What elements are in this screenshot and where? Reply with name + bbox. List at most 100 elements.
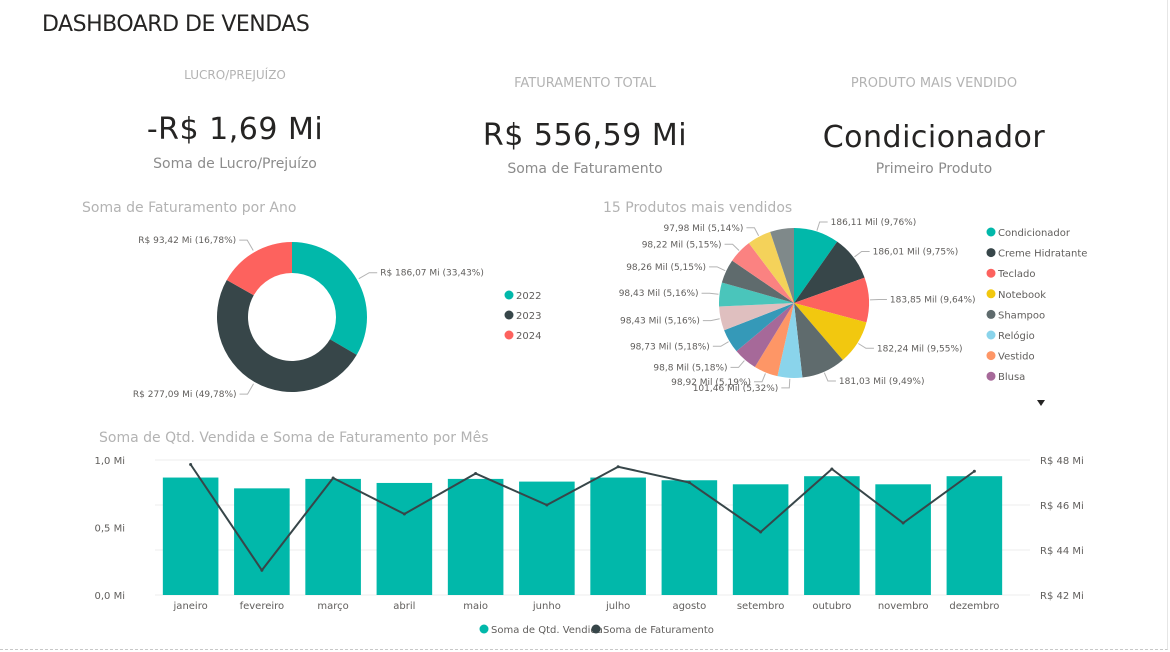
kpi-value: R$ 556,59 Mi [482, 118, 688, 153]
legend-marker [591, 624, 601, 634]
x-tick-label: outubro [812, 601, 851, 612]
x-tick-label: agosto [672, 601, 706, 612]
kpi-caption: LUCRO/PREJUÍZO [184, 68, 286, 82]
pie-data-label: 98,92 Mil (5,19%) [671, 378, 751, 388]
pie-legend-item: Notebook [998, 290, 1046, 301]
line-point [189, 463, 193, 466]
line-point [830, 467, 834, 471]
bar-agosto[interactable] [661, 480, 718, 595]
x-tick-label: maio [463, 601, 488, 612]
pie-data-label: 98,43 Mil (5,16%) [619, 289, 699, 299]
bar-novembro[interactable] [875, 484, 931, 595]
bar-outubro[interactable] [804, 476, 860, 595]
pie-data-label: 183,85 Mil (9,64%) [890, 295, 976, 305]
line-point [901, 521, 905, 525]
y-left-tick-label: 0,0 Mi [95, 591, 126, 602]
pie-chart[interactable]: 186,11 Mil (9,76%) 186,01 Mil (9,75%) 183,… [590, 218, 1170, 423]
legend-marker [986, 248, 996, 258]
legend-marker [504, 310, 514, 320]
donut-leader-line [358, 272, 378, 280]
kpi-subtitle: Soma de Faturamento [507, 161, 663, 177]
legend-marker [479, 624, 489, 634]
x-tick-label: setembro [737, 601, 785, 612]
pie-leader-line [712, 341, 729, 347]
bar-maio[interactable] [447, 478, 504, 595]
combo-chart[interactable]: R$ 42 Mi R$ 44 Mi R$ 46 Mi R$ 48 Mi 0,0 Mi 0,… [0, 445, 1170, 645]
donut-slice-2022[interactable] [292, 242, 367, 355]
page-title: DASHBOARD DE VENDAS [42, 12, 310, 37]
x-tick-label: junho [532, 601, 561, 612]
combo-legend-item: Soma de Qtd. Vendida [491, 625, 603, 636]
donut-chart[interactable]: R$ 186,07 Mi (33,43%) R$ 277,09 Mi (49,78… [0, 220, 560, 420]
pie-data-label: 98,22 Mil (5,15%) [642, 240, 722, 250]
pie-data-label: 98,8 Mil (5,18%) [653, 363, 727, 373]
donut-data-label: R$ 277,09 Mi (49,78%) [133, 390, 237, 400]
line-point [545, 503, 549, 507]
bar-abril[interactable] [376, 482, 433, 595]
pie-legend-item: Condicionador [998, 228, 1071, 239]
kpi-card-lucro[interactable]: LUCRO/PREJUÍZO -R$ 1,69 Mi Soma de Lucro… [85, 68, 385, 178]
y-right-tick-label: R$ 48 Mi [1040, 456, 1084, 467]
pie-data-label: 186,11 Mil (9,76%) [831, 218, 917, 228]
x-tick-label: novembro [878, 601, 929, 612]
kpi-card-produto[interactable]: PRODUTO MAIS VENDIDO Condicionador Prime… [784, 76, 1084, 186]
bar-julho[interactable] [590, 477, 646, 595]
pie-leader-line [709, 266, 726, 272]
legend-marker [986, 351, 996, 361]
donut-legend-item: 2023 [516, 311, 541, 322]
y-right-tick-label: R$ 46 Mi [1040, 501, 1084, 512]
legend-marker [986, 289, 996, 299]
line-point [616, 465, 620, 469]
x-tick-label: fevereiro [240, 601, 285, 612]
donut-leader-line [239, 239, 254, 251]
pie-leader-line [854, 250, 870, 258]
bar-junho[interactable] [519, 481, 575, 595]
legend-marker [504, 330, 514, 340]
line-point [759, 530, 763, 534]
kpi-caption: FATURAMENTO TOTAL [514, 76, 656, 91]
x-tick-label: dezembro [949, 601, 999, 612]
legend-marker [986, 371, 996, 381]
pie-legend-item: Relógio [998, 330, 1035, 342]
combo-legend-item: Soma de Faturamento [603, 625, 714, 636]
pie-leader-line [754, 373, 766, 383]
pie-data-label: 98,73 Mil (5,18%) [630, 342, 710, 352]
legend-marker [986, 309, 996, 319]
donut-legend-item: 2024 [516, 331, 541, 342]
bar-janeiro[interactable] [162, 477, 219, 595]
donut-legend-item: 2022 [516, 291, 541, 302]
pie-leader-line [781, 378, 791, 389]
kpi-subtitle: Soma de Lucro/Prejuízo [153, 156, 317, 172]
pie-leader-line [702, 318, 720, 322]
bar-março[interactable] [305, 478, 361, 595]
y-left-tick-label: 0,5 Mi [95, 524, 126, 535]
x-tick-label: março [317, 601, 348, 612]
line-point [687, 481, 691, 484]
donut-chart-title: Soma de Faturamento por Ano [82, 200, 297, 216]
pie-legend-item: Teclado [997, 269, 1035, 280]
pie-leader-line [858, 343, 874, 349]
legend-scroll-down-icon[interactable] [1037, 400, 1045, 406]
kpi-value: -R$ 1,69 Mi [146, 112, 324, 147]
bar-setembro[interactable] [732, 484, 789, 595]
line-point [474, 472, 478, 475]
pie-leader-line [823, 372, 836, 382]
kpi-card-faturamento[interactable]: FATURAMENTO TOTAL R$ 556,59 Mi Soma de F… [435, 76, 735, 186]
pie-data-label: 186,01 Mil (9,75%) [873, 247, 959, 257]
kpi-value: Condicionador [822, 120, 1046, 155]
combo-chart-title: Soma de Qtd. Vendida e Soma de Faturamen… [99, 430, 489, 446]
pie-leader-line [730, 360, 745, 368]
bar-dezembro[interactable] [946, 476, 1003, 595]
x-tick-label: janeiro [173, 601, 208, 612]
pie-legend-item: Creme Hidratante [998, 249, 1087, 260]
donut-data-label: R$ 93,42 Mi (16,78%) [138, 236, 236, 246]
donut-data-label: R$ 186,07 Mi (33,43%) [380, 269, 484, 279]
pie-chart-title: 15 Produtos mais vendidos [603, 200, 793, 216]
legend-marker [986, 330, 996, 340]
donut-leader-line [239, 383, 254, 395]
pie-leader-line [724, 243, 740, 251]
line-point [260, 568, 264, 572]
pie-leader-line [816, 221, 828, 231]
y-right-tick-label: R$ 44 Mi [1040, 546, 1084, 557]
y-left-tick-label: 1,0 Mi [95, 456, 126, 467]
